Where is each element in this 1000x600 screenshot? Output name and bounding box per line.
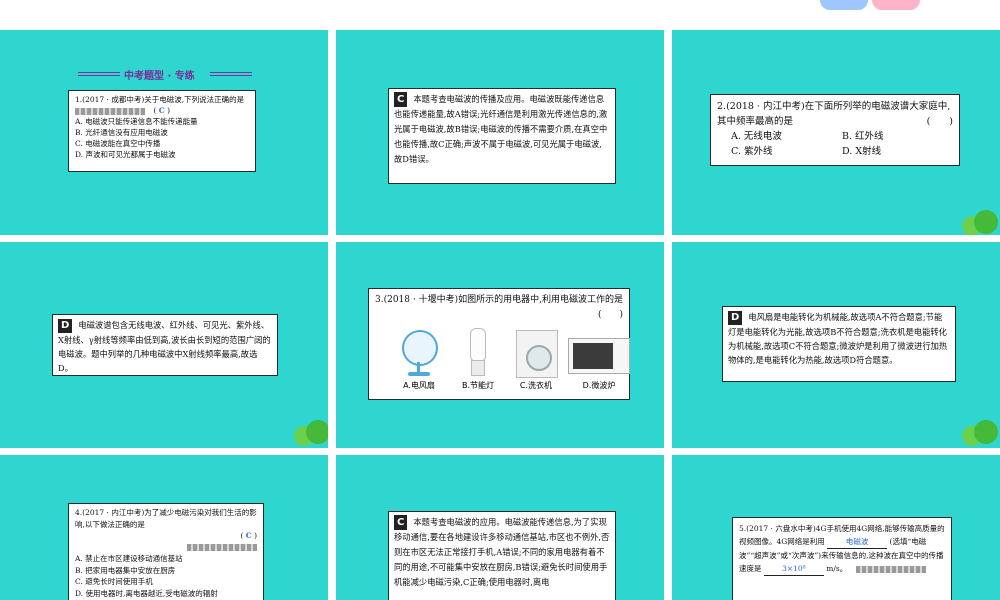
explanation-text: 电磁波谱包含无线电波、红外线、可见光、紫外线、X射线、γ射线等频率由低到高,波长… [58,320,271,373]
question-card-9: 5.(2017 · 六盘水中考)4G手机使用4G网络,能够传输高质量的视频图像。… [732,517,952,600]
heading-stripe-left-2 [78,75,120,76]
option-c: C. 电磁波能在真空中传播 [75,139,161,148]
answer-blank-2: 3×10⁸ [763,562,824,576]
answer-paren: ( C ) [153,106,170,115]
question-text: 2.(2018 · 内江中考)在下面所列举的电磁波谱大家庭中,其中频率最高的是 … [717,99,953,129]
question-text: 3.(2018 · 十堰中考)如图所示的用电器中,利用电磁波工作的是 ( ) [375,293,623,320]
options-grid: A. 无线电波 B. 红外线 C. 紫外线 D. X射线 [717,129,953,159]
heading-stripe-right-2 [210,75,252,76]
slide-1[interactable]: 中考题型 · 专练 1.(2017 · 成都中考)关于电磁波,下列说法正确的是 … [0,30,328,235]
option-b: B. 把家用电器集中安放在厨房 [75,565,176,575]
slide-7[interactable]: 4.(2017 · 内江中考)为了减少电磁污染对我们生活的影响,以下做法正确的是… [0,455,328,600]
option-b: B. 光纤通信没有应用电磁波 [75,128,168,137]
watermark-row [75,542,257,554]
bulb-image [462,328,492,378]
section-heading: 中考题型 · 专练 [124,71,195,82]
blurred-watermark [187,544,257,551]
question-stem: 2.(2018 · 内江中考)在下面所列举的电磁波谱大家庭中,其中频率最高的是 [717,101,951,127]
slide-4[interactable]: D 电磁波谱包含无线电波、红外线、可见光、紫外线、X射线、γ射线等频率由低到高,波… [0,242,328,448]
item-b-label: B.节能灯 [461,381,495,390]
answer-letter: C [158,106,165,115]
logo-decoration-left [820,0,868,10]
slide-2[interactable]: C 本题考查电磁波的传播及应用。电磁波既能传递信息也能传递能量,故A错误;光纤通信… [336,30,664,235]
question-card-1: 1.(2017 · 成都中考)关于电磁波,下列说法正确的是 ( C ) A. 电… [68,90,256,172]
fan-image [396,330,440,376]
microwave-image [568,338,630,374]
item-c-label: C.洗衣机 [519,381,553,390]
explanation-card-8: C 本题考查电磁波的应用。电磁波能传递信息,为了实现移动通信,要在各地建设许多移动… [388,511,616,600]
question-text: 1.(2017 · 成都中考)关于电磁波,下列说法正确的是 [75,95,245,104]
top-strip [0,0,1000,30]
answer-paren: ( ) [926,116,953,127]
option-d: D. X射线 [842,146,882,157]
answer-badge: C [394,92,408,107]
answer-paren: ( ) [597,310,623,320]
answer-row: ( C ) [75,530,257,542]
answer-badge: C [394,515,408,530]
explanation-text: 本题考查电磁波的应用。电磁波能传递信息,为了实现移动通信,要在各地建设许多移动通… [394,517,610,587]
answer-paren: ( C ) [240,531,257,540]
option-a: A. 电磁波只能传递信息不能传递能量 [75,117,198,126]
blurred-watermark [855,565,926,573]
logo-decoration-right [872,0,920,10]
slide-9[interactable]: 5.(2017 · 六盘水中考)4G手机使用4G网络,能够传输高质量的视频图像。… [672,455,1000,600]
heading-stripe-left [78,72,120,73]
option-c: C. 紫外线 [731,146,773,157]
heading-stripe-right [210,72,252,73]
explanation-card-2: C 本题考查电磁波的传播及应用。电磁波既能传递信息也能传递能量,故A错误;光纤通信… [388,88,616,184]
option-b: B. 红外线 [842,131,884,142]
question-text: 4.(2017 · 内江中考)为了减少电磁污染对我们生活的影响,以下做法正确的是 [75,508,257,529]
option-c: C. 避免长时间使用手机 [75,577,153,586]
option-d: D. 使用电器时,离电器越近,受电磁波的辐射 [75,588,218,598]
option-d: D. 声波和可见光都属于电磁波 [75,150,176,159]
question-card-7: 4.(2017 · 内江中考)为了减少电磁污染对我们生活的影响,以下做法正确的是… [68,503,264,600]
slide-5[interactable]: 3.(2018 · 十堰中考)如图所示的用电器中,利用电磁波工作的是 ( ) A… [336,242,664,448]
answer-row: ( C ) [75,105,249,116]
tree-decoration-icon [294,420,328,448]
explanation-text: 本题考查电磁波的传播及应用。电磁波既能传递信息也能传递能量,故A错误;光纤通信是… [394,94,608,164]
tree-decoration-icon [962,420,1000,448]
option-a: A. 禁止在市区建设移动通信基站 [75,554,183,563]
slide-6[interactable]: D 电风扇是电能转化为机械能,故选项A不符合题意;节能灯是电能转化为光能,故选项B… [672,242,1000,448]
question-text-part3: m/s。 [826,564,848,573]
answer-blank-1: 电磁波 [827,535,888,549]
answer-badge: D [58,319,73,333]
answer-badge: D [728,311,743,325]
question-card-3: 2.(2018 · 内江中考)在下面所列举的电磁波谱大家庭中,其中频率最高的是 … [710,94,960,166]
explanation-card-6: D 电风扇是电能转化为机械能,故选项A不符合题意;节能灯是电能转化为光能,故选项B… [722,306,956,382]
explanation-text: 电风扇是电能转化为机械能,故选项A不符合题意;节能灯是电能转化为光能,故选项B不… [728,312,948,365]
item-a-label: A.电风扇 [403,381,435,390]
slide-8[interactable]: C 本题考查电磁波的应用。电磁波能传递信息,为了实现移动通信,要在各地建设许多移动… [336,455,664,600]
question-stem: 3.(2018 · 十堰中考)如图所示的用电器中,利用电磁波工作的是 [375,295,623,305]
item-d-label: D.微波炉 [582,381,616,390]
answer-letter: C [245,531,252,540]
slide-3[interactable]: 2.(2018 · 内江中考)在下面所列举的电磁波谱大家庭中,其中频率最高的是 … [672,30,1000,235]
tree-decoration-icon [962,210,1000,235]
washer-image [516,330,558,378]
explanation-card-4: D 电磁波谱包含无线电波、红外线、可见光、紫外线、X射线、γ射线等频率由低到高,波… [52,314,278,376]
blurred-watermark [75,107,145,115]
option-a: A. 无线电波 [731,131,782,142]
